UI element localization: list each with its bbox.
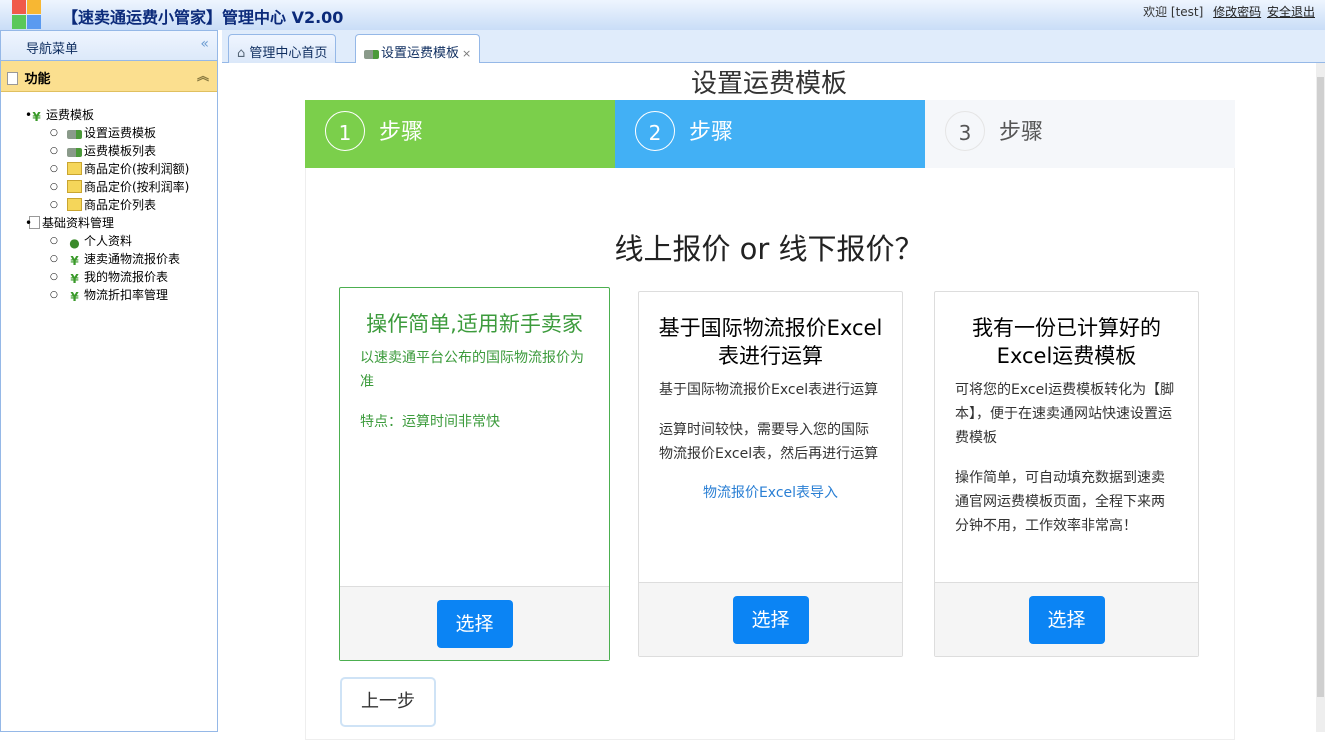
question-heading: 线上报价 or 线下报价？ xyxy=(222,226,1316,268)
card-title: 基于国际物流报价Excel表进行运算 xyxy=(651,314,890,370)
header: 【速卖通运费小管家】管理中心 V2.00 欢迎 [test] 修改密码 安全退出 xyxy=(0,0,1325,30)
yen-icon: ¥ xyxy=(29,111,44,124)
yen-icon: ¥ xyxy=(67,273,82,286)
nav-menu-title: 导航菜单 xyxy=(26,42,78,57)
tab-set-template[interactable]: 设置运费模板× xyxy=(355,34,480,64)
menu-item-pricing-by-profit[interactable]: 商品定价(按利润额) xyxy=(67,160,217,178)
import-excel-link[interactable]: 物流报价Excel表导入 xyxy=(639,482,902,502)
step-number: 1 xyxy=(325,111,365,151)
tab-home[interactable]: ⌂ 管理中心首页 xyxy=(228,34,336,63)
menu-item-profile[interactable]: ●个人资料 xyxy=(67,232,217,250)
menu-item-label: 速卖通物流报价表 xyxy=(84,252,180,266)
option-card-excel-template: 我有一份已计算好的Excel运费模板 可将您的Excel运费模板转化为【脚本】，… xyxy=(934,291,1199,657)
nav-menu-header: 导航菜单 « xyxy=(1,31,217,61)
nav-tree: ¥运费模板 设置运费模板 运费模板列表 商品定价(按利润额) 商品定价(按利润率… xyxy=(1,92,217,304)
card-footer: 选择 xyxy=(340,586,609,660)
truck-icon xyxy=(67,130,82,139)
truck-icon xyxy=(67,148,82,157)
wizard-steps: 1 步骤 2 步骤 3 步骤 xyxy=(305,100,1235,168)
menu-item-template-list[interactable]: 运费模板列表 xyxy=(67,142,217,160)
step-number: 3 xyxy=(945,111,985,151)
truck-icon xyxy=(364,50,379,59)
page-title: 设置运费模板 xyxy=(222,63,1316,100)
yen-icon: ¥ xyxy=(67,291,82,304)
collapse-sidebar-icon[interactable]: « xyxy=(200,36,209,52)
menu-item-label: 商品定价(按利润率) xyxy=(84,180,189,194)
card-description: 可将您的Excel运费模板转化为【脚本】，便于在速卖通网站快速设置运费模板 xyxy=(955,378,1178,450)
menu-item-set-template[interactable]: 设置运费模板 xyxy=(67,124,217,142)
option-card-online: 操作简单,适用新手卖家 以速卖通平台公布的国际物流报价为准 特点：运算时间非常快… xyxy=(339,287,610,661)
step-number: 2 xyxy=(635,111,675,151)
menu-item-discount-rates[interactable]: ¥物流折扣率管理 xyxy=(67,286,217,304)
user-bar: 欢迎 [test] 修改密码 安全退出 xyxy=(1143,3,1315,20)
menu-item-pricing-list[interactable]: 商品定价列表 xyxy=(67,196,217,214)
yen-icon: ¥ xyxy=(67,255,82,268)
tree-group-freight-template[interactable]: ¥运费模板 设置运费模板 运费模板列表 商品定价(按利润额) 商品定价(按利润率… xyxy=(29,106,217,214)
sidebar: 导航菜单 « 功能 ︽ ¥运费模板 设置运费模板 运费模板列表 商品定价(按利润… xyxy=(0,30,218,732)
step-1: 1 步骤 xyxy=(305,100,615,168)
clipboard-icon xyxy=(7,72,18,85)
logout-link[interactable]: 安全退出 xyxy=(1267,5,1315,19)
app-logo-icon xyxy=(12,0,42,30)
card-footer: 选择 xyxy=(935,582,1198,656)
tree-group-label: 运费模板 xyxy=(46,108,94,122)
folder-icon xyxy=(67,162,82,175)
step-2: 2 步骤 xyxy=(615,100,925,168)
menu-item-label: 运费模板列表 xyxy=(84,144,156,158)
card-feature: 操作简单，可自动填充数据到速卖通官网运费模板页面，全程下来两分钟不用，工作效率非… xyxy=(955,466,1178,538)
main-content: 设置运费模板 1 步骤 2 步骤 3 步骤 线上报价 or 线下报价？ 操作简单,适用… xyxy=(222,63,1316,732)
menu-item-label: 设置运费模板 xyxy=(84,126,156,140)
tree-group-basic-data[interactable]: 基础资料管理 ●个人资料 ¥速卖通物流报价表 ¥我的物流报价表 ¥物流折扣率管理 xyxy=(29,214,217,304)
vertical-scrollbar[interactable] xyxy=(1316,63,1325,732)
menu-item-label: 商品定价(按利润额) xyxy=(84,162,189,176)
function-section-header[interactable]: 功能 ︽ xyxy=(1,61,217,92)
step-label: 步骤 xyxy=(689,114,733,146)
tab-label: 设置运费模板 xyxy=(381,46,459,61)
tab-bar: ⌂ 管理中心首页 设置运费模板× xyxy=(222,30,1325,63)
person-icon: ● xyxy=(67,237,82,250)
app-title: 【速卖通运费小管家】管理中心 V2.00 xyxy=(62,4,343,28)
menu-item-label: 物流折扣率管理 xyxy=(84,288,168,302)
folder-icon xyxy=(67,198,82,211)
select-button[interactable]: 选择 xyxy=(1029,596,1105,644)
select-button[interactable]: 选择 xyxy=(437,600,513,648)
home-icon: ⌂ xyxy=(237,46,245,61)
menu-item-my-quotes[interactable]: ¥我的物流报价表 xyxy=(67,268,217,286)
change-password-link[interactable]: 修改密码 xyxy=(1213,5,1261,19)
document-icon xyxy=(29,216,40,229)
close-tab-icon[interactable]: × xyxy=(462,47,471,60)
menu-item-pricing-by-rate[interactable]: 商品定价(按利润率) xyxy=(67,178,217,196)
step-label: 步骤 xyxy=(379,114,423,146)
previous-step-button[interactable]: 上一步 xyxy=(340,677,436,727)
tab-label: 管理中心首页 xyxy=(249,46,327,61)
step-3: 3 步骤 xyxy=(925,100,1235,168)
step-label: 步骤 xyxy=(999,114,1043,146)
welcome-text: 欢迎 [test] xyxy=(1143,5,1203,19)
menu-item-label: 商品定价列表 xyxy=(84,198,156,212)
card-description: 以速卖通平台公布的国际物流报价为准 xyxy=(360,346,589,394)
chevron-up-icon[interactable]: ︽ xyxy=(197,67,209,84)
card-title: 操作简单,适用新手卖家 xyxy=(352,310,597,338)
select-button[interactable]: 选择 xyxy=(733,596,809,644)
card-title: 我有一份已计算好的Excel运费模板 xyxy=(947,314,1186,370)
scrollbar-thumb[interactable] xyxy=(1317,77,1324,697)
menu-item-label: 我的物流报价表 xyxy=(84,270,168,284)
card-feature: 运算时间较快，需要导入您的国际物流报价Excel表，然后再进行运算 xyxy=(659,418,882,466)
card-footer: 选择 xyxy=(639,582,902,656)
menu-item-aliexpress-quotes[interactable]: ¥速卖通物流报价表 xyxy=(67,250,217,268)
menu-item-label: 个人资料 xyxy=(84,234,132,248)
tree-group-label: 基础资料管理 xyxy=(42,216,114,230)
folder-icon xyxy=(67,180,82,193)
card-feature: 特点：运算时间非常快 xyxy=(360,410,589,434)
function-section-title: 功能 xyxy=(25,72,51,87)
card-description: 基于国际物流报价Excel表进行运算 xyxy=(659,378,882,402)
option-card-excel-quote: 基于国际物流报价Excel表进行运算 基于国际物流报价Excel表进行运算 运算… xyxy=(638,291,903,657)
